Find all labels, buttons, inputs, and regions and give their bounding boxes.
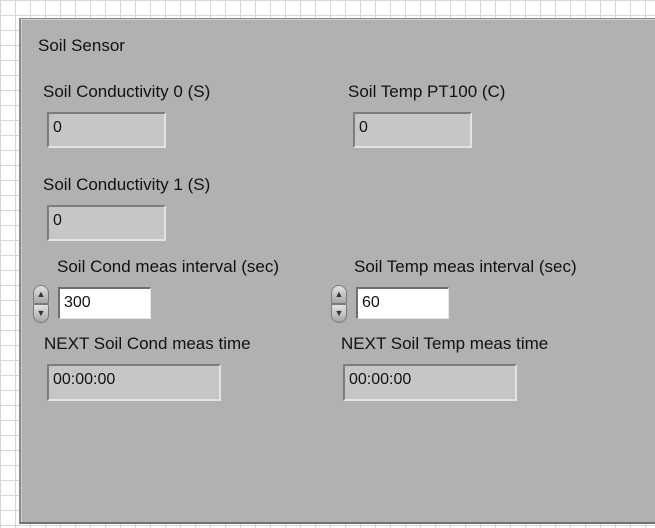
decrement-arrow-icon[interactable]: ▼ <box>331 304 347 323</box>
soil-cond-interval-input[interactable]: 300 <box>58 287 151 319</box>
decrement-arrow-icon[interactable]: ▼ <box>33 304 49 323</box>
soil-temp-pt100-label: Soil Temp PT100 (C) <box>348 82 506 101</box>
soil-temp-interval-input[interactable]: 60 <box>356 287 449 319</box>
soil-conductivity-0-indicator: 0 <box>47 112 166 148</box>
soil-temp-interval-label: Soil Temp meas interval (sec) <box>354 257 577 276</box>
soil-conductivity-1-label: Soil Conductivity 1 (S) <box>43 175 211 194</box>
soil-temp-interval-spinner[interactable]: ▲ ▼ <box>331 285 347 323</box>
soil-conductivity-1-indicator: 0 <box>47 205 166 241</box>
increment-arrow-icon[interactable]: ▲ <box>33 285 49 304</box>
next-soil-cond-time-indicator: 00:00:00 <box>47 364 221 401</box>
increment-arrow-icon[interactable]: ▲ <box>331 285 347 304</box>
soil-temp-pt100-indicator: 0 <box>353 112 472 148</box>
cluster-title: Soil Sensor <box>38 36 125 55</box>
next-soil-cond-time-label: NEXT Soil Cond meas time <box>44 334 251 353</box>
soil-cond-interval-spinner[interactable]: ▲ ▼ <box>33 285 49 323</box>
soil-conductivity-0-label: Soil Conductivity 0 (S) <box>43 82 211 101</box>
soil-cond-interval-label: Soil Cond meas interval (sec) <box>57 257 280 276</box>
next-soil-temp-time-indicator: 00:00:00 <box>343 364 517 401</box>
next-soil-temp-time-label: NEXT Soil Temp meas time <box>341 334 549 353</box>
